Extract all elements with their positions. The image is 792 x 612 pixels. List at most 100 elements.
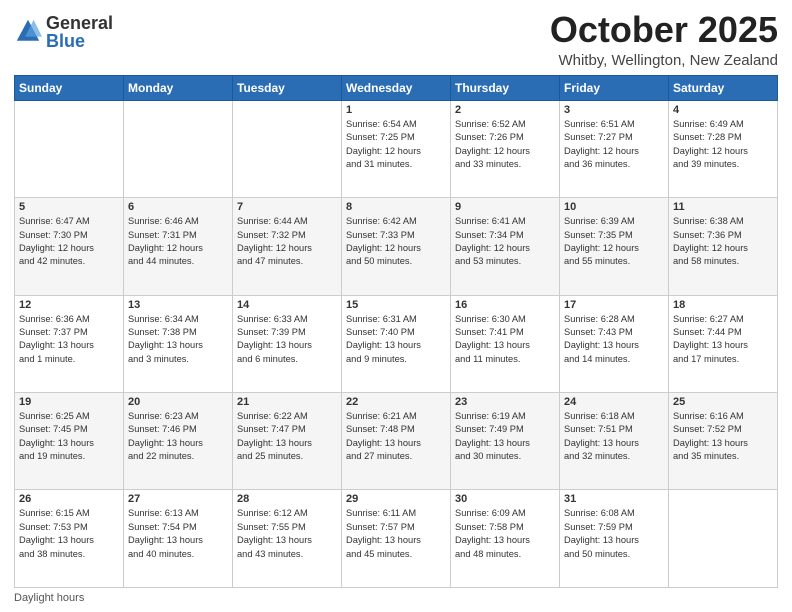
logo-text: General Blue bbox=[46, 14, 113, 50]
day-info: Sunrise: 6:38 AMSunset: 7:36 PMDaylight:… bbox=[673, 215, 773, 269]
weekday-header-monday: Monday bbox=[124, 75, 233, 100]
calendar-day-cell bbox=[669, 490, 778, 588]
calendar-day-cell: 21Sunrise: 6:22 AMSunset: 7:47 PMDayligh… bbox=[233, 393, 342, 490]
weekday-header-row: SundayMondayTuesdayWednesdayThursdayFrid… bbox=[15, 75, 778, 100]
calendar-day-cell bbox=[233, 100, 342, 197]
day-info: Sunrise: 6:09 AMSunset: 7:58 PMDaylight:… bbox=[455, 507, 555, 561]
day-number: 7 bbox=[237, 201, 337, 213]
day-info: Sunrise: 6:31 AMSunset: 7:40 PMDaylight:… bbox=[346, 313, 446, 367]
calendar-day-cell: 19 Sunrise: 6:25 AMSunset: 7:45 PMDayligh… bbox=[15, 393, 124, 490]
weekday-header-sunday: Sunday bbox=[15, 75, 124, 100]
calendar-day-cell: 24Sunrise: 6:18 AMSunset: 7:51 PMDayligh… bbox=[560, 393, 669, 490]
calendar-day-cell bbox=[124, 100, 233, 197]
day-number: 12 bbox=[19, 299, 119, 311]
calendar-day-cell: 20 Sunrise: 6:23 AMSunset: 7:46 PMDayligh… bbox=[124, 393, 233, 490]
month-title: October 2025 bbox=[550, 10, 778, 50]
day-number: 19 bbox=[19, 396, 119, 408]
day-number: 20 bbox=[128, 396, 228, 408]
calendar-table: SundayMondayTuesdayWednesdayThursdayFrid… bbox=[14, 75, 778, 588]
day-info: Sunrise: 6:27 AMSunset: 7:44 PMDaylight:… bbox=[673, 313, 773, 367]
day-number: 30 bbox=[455, 493, 555, 505]
calendar-day-cell: 28 Sunrise: 6:12 AMSunset: 7:55 PMDayligh… bbox=[233, 490, 342, 588]
day-number: 10 bbox=[564, 201, 664, 213]
day-info: Sunrise: 6:21 AMSunset: 7:48 PMDaylight:… bbox=[346, 410, 446, 464]
calendar-day-cell bbox=[15, 100, 124, 197]
calendar-week-row: 26Sunrise: 6:15 AMSunset: 7:53 PMDayligh… bbox=[15, 490, 778, 588]
calendar-day-cell: 22 Sunrise: 6:21 AMSunset: 7:48 PMDayligh… bbox=[342, 393, 451, 490]
day-number: 6 bbox=[128, 201, 228, 213]
day-number: 22 bbox=[346, 396, 446, 408]
calendar-day-cell: 7 Sunrise: 6:44 AMSunset: 7:32 PMDaylight… bbox=[233, 198, 342, 295]
day-info: Sunrise: 6:16 AMSunset: 7:52 PMDaylight:… bbox=[673, 410, 773, 464]
logo: General Blue bbox=[14, 14, 113, 50]
day-info: Sunrise: 6:19 AMSunset: 7:49 PMDaylight:… bbox=[455, 410, 555, 464]
day-number: 28 bbox=[237, 493, 337, 505]
day-info: Sunrise: 6:44 AMSunset: 7:32 PMDaylight:… bbox=[237, 215, 337, 269]
calendar-day-cell: 25 Sunrise: 6:16 AMSunset: 7:52 PMDayligh… bbox=[669, 393, 778, 490]
header: General Blue October 2025 Whitby, Wellin… bbox=[14, 10, 778, 69]
day-info: Sunrise: 6:08 AMSunset: 7:59 PMDaylight:… bbox=[564, 507, 664, 561]
day-number: 14 bbox=[237, 299, 337, 311]
day-info: Sunrise: 6:30 AMSunset: 7:41 PMDaylight:… bbox=[455, 313, 555, 367]
calendar-day-cell: 12 Sunrise: 6:36 AMSunset: 7:37 PMDayligh… bbox=[15, 295, 124, 392]
calendar-week-row: 12 Sunrise: 6:36 AMSunset: 7:37 PMDayligh… bbox=[15, 295, 778, 392]
calendar-day-cell: 2Sunrise: 6:52 AMSunset: 7:26 PMDaylight… bbox=[451, 100, 560, 197]
calendar-week-row: 19 Sunrise: 6:25 AMSunset: 7:45 PMDayligh… bbox=[15, 393, 778, 490]
calendar-week-row: 5Sunrise: 6:47 AMSunset: 7:30 PMDaylight… bbox=[15, 198, 778, 295]
day-number: 25 bbox=[673, 396, 773, 408]
day-info: Sunrise: 6:28 AMSunset: 7:43 PMDaylight:… bbox=[564, 313, 664, 367]
day-info: Sunrise: 6:13 AMSunset: 7:54 PMDaylight:… bbox=[128, 507, 228, 561]
day-info: Sunrise: 6:25 AMSunset: 7:45 PMDaylight:… bbox=[19, 410, 119, 464]
day-info: Sunrise: 6:23 AMSunset: 7:46 PMDaylight:… bbox=[128, 410, 228, 464]
day-number: 4 bbox=[673, 104, 773, 116]
calendar-day-cell: 11Sunrise: 6:38 AMSunset: 7:36 PMDayligh… bbox=[669, 198, 778, 295]
day-info: Sunrise: 6:39 AMSunset: 7:35 PMDaylight:… bbox=[564, 215, 664, 269]
day-number: 13 bbox=[128, 299, 228, 311]
day-number: 9 bbox=[455, 201, 555, 213]
day-number: 5 bbox=[19, 201, 119, 213]
calendar-day-cell: 26Sunrise: 6:15 AMSunset: 7:53 PMDayligh… bbox=[15, 490, 124, 588]
calendar-week-row: 1 Sunrise: 6:54 AMSunset: 7:25 PMDaylight… bbox=[15, 100, 778, 197]
calendar-day-cell: 18 Sunrise: 6:27 AMSunset: 7:44 PMDayligh… bbox=[669, 295, 778, 392]
weekday-header-tuesday: Tuesday bbox=[233, 75, 342, 100]
day-number: 21 bbox=[237, 396, 337, 408]
weekday-header-friday: Friday bbox=[560, 75, 669, 100]
day-info: Sunrise: 6:46 AMSunset: 7:31 PMDaylight:… bbox=[128, 215, 228, 269]
calendar-day-cell: 5Sunrise: 6:47 AMSunset: 7:30 PMDaylight… bbox=[15, 198, 124, 295]
weekday-header-wednesday: Wednesday bbox=[342, 75, 451, 100]
day-info: Sunrise: 6:41 AMSunset: 7:34 PMDaylight:… bbox=[455, 215, 555, 269]
day-number: 31 bbox=[564, 493, 664, 505]
day-number: 3 bbox=[564, 104, 664, 116]
day-number: 15 bbox=[346, 299, 446, 311]
logo-blue: Blue bbox=[46, 32, 113, 50]
calendar-day-cell: 14 Sunrise: 6:33 AMSunset: 7:39 PMDayligh… bbox=[233, 295, 342, 392]
weekday-header-thursday: Thursday bbox=[451, 75, 560, 100]
day-info: Sunrise: 6:42 AMSunset: 7:33 PMDaylight:… bbox=[346, 215, 446, 269]
calendar-day-cell: 31 Sunrise: 6:08 AMSunset: 7:59 PMDayligh… bbox=[560, 490, 669, 588]
calendar-day-cell: 15 Sunrise: 6:31 AMSunset: 7:40 PMDayligh… bbox=[342, 295, 451, 392]
calendar-day-cell: 23Sunrise: 6:19 AMSunset: 7:49 PMDayligh… bbox=[451, 393, 560, 490]
calendar-day-cell: 9 Sunrise: 6:41 AMSunset: 7:34 PMDaylight… bbox=[451, 198, 560, 295]
day-number: 1 bbox=[346, 104, 446, 116]
day-info: Sunrise: 6:33 AMSunset: 7:39 PMDaylight:… bbox=[237, 313, 337, 367]
day-info: Sunrise: 6:52 AMSunset: 7:26 PMDaylight:… bbox=[455, 118, 555, 172]
day-number: 8 bbox=[346, 201, 446, 213]
title-block: October 2025 Whitby, Wellington, New Zea… bbox=[550, 10, 778, 69]
weekday-header-saturday: Saturday bbox=[669, 75, 778, 100]
day-info: Sunrise: 6:34 AMSunset: 7:38 PMDaylight:… bbox=[128, 313, 228, 367]
day-info: Sunrise: 6:51 AMSunset: 7:27 PMDaylight:… bbox=[564, 118, 664, 172]
day-info: Sunrise: 6:11 AMSunset: 7:57 PMDaylight:… bbox=[346, 507, 446, 561]
calendar-day-cell: 13 Sunrise: 6:34 AMSunset: 7:38 PMDayligh… bbox=[124, 295, 233, 392]
day-info: Sunrise: 6:49 AMSunset: 7:28 PMDaylight:… bbox=[673, 118, 773, 172]
calendar-day-cell: 3 Sunrise: 6:51 AMSunset: 7:27 PMDaylight… bbox=[560, 100, 669, 197]
day-info: Sunrise: 6:12 AMSunset: 7:55 PMDaylight:… bbox=[237, 507, 337, 561]
day-number: 18 bbox=[673, 299, 773, 311]
calendar-day-cell: 8 Sunrise: 6:42 AMSunset: 7:33 PMDaylight… bbox=[342, 198, 451, 295]
logo-icon bbox=[14, 17, 42, 45]
calendar-day-cell: 30 Sunrise: 6:09 AMSunset: 7:58 PMDayligh… bbox=[451, 490, 560, 588]
day-info: Sunrise: 6:36 AMSunset: 7:37 PMDaylight:… bbox=[19, 313, 119, 367]
day-number: 17 bbox=[564, 299, 664, 311]
daylight-label: Daylight hours bbox=[14, 592, 84, 604]
day-number: 24 bbox=[564, 396, 664, 408]
day-info: Sunrise: 6:54 AMSunset: 7:25 PMDaylight:… bbox=[346, 118, 446, 172]
